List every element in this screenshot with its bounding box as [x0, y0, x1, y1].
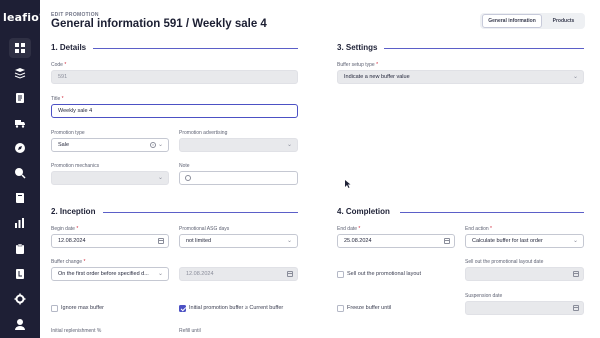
buffer-change-date-input: 12.08.2024: [179, 267, 298, 281]
book-icon[interactable]: [14, 192, 26, 204]
completion-section-title: 4. Completion: [337, 207, 390, 216]
begin-date-value: 12.08.2024: [58, 238, 86, 244]
buffer-setup-label: Buffer setup type *: [337, 62, 379, 68]
chevron-down-icon: ⌄: [157, 142, 163, 148]
refill-until-label: Refill until: [179, 328, 201, 334]
initial-buffer-checkbox[interactable]: [179, 305, 186, 312]
buffer-setup-value: Indicate a new buffer value: [344, 74, 410, 80]
calendar-icon[interactable]: [158, 238, 164, 244]
buffer-change-select[interactable]: On the first order before specified d...…: [51, 267, 169, 281]
code-field: 591: [51, 70, 298, 84]
buffer-setup-select[interactable]: Indicate a new buffer value ⌄: [337, 70, 584, 84]
inception-divider: [103, 212, 298, 213]
chevron-down-icon: ⌄: [572, 238, 578, 244]
buffer-change-value: On the first order before specified d...: [58, 271, 149, 277]
end-action-select[interactable]: Calculate buffer for last order ⌄: [465, 234, 584, 248]
end-date-input[interactable]: 25.08.2024: [337, 234, 455, 248]
code-label: Code *: [51, 62, 67, 68]
clipboard-icon[interactable]: [14, 243, 26, 255]
app-logo[interactable]: leafio®: [3, 11, 44, 24]
end-action-value: Calculate buffer for last order: [472, 238, 543, 244]
buffer-change-date-value: 12.08.2024: [186, 271, 214, 277]
tab-products[interactable]: Products: [544, 14, 583, 28]
emoji-icon[interactable]: [185, 175, 191, 181]
end-date-value: 25.08.2024: [344, 238, 372, 244]
calendar-icon: [573, 271, 579, 277]
suspension-date-label: Suspension date: [465, 293, 503, 299]
details-divider: [93, 48, 298, 49]
document-icon[interactable]: [14, 92, 26, 104]
sidebar: leafio®: [0, 0, 44, 338]
freeze-buffer-label: Freeze buffer until: [347, 305, 392, 311]
completion-divider: [400, 212, 584, 213]
end-date-label: End date *: [337, 226, 361, 232]
promotion-advertising-label: Promotion advertising: [179, 130, 228, 136]
ignore-max-buffer-checkbox[interactable]: [51, 305, 58, 312]
asg-days-label: Promotional ASG days: [179, 226, 230, 232]
bar-chart-icon[interactable]: [14, 217, 26, 229]
details-section-title: 1. Details: [51, 43, 87, 52]
calendar-icon[interactable]: [444, 238, 450, 244]
inception-section-title: 2. Inception: [51, 207, 96, 216]
note-label: Note: [179, 163, 190, 169]
tab-group: General information Products: [480, 13, 585, 29]
sell-out-date-input: [465, 267, 584, 281]
ignore-max-buffer-label: Ignore max buffer: [61, 305, 105, 311]
note-input[interactable]: [179, 171, 298, 185]
chevron-down-icon: ⌄: [286, 142, 292, 148]
settings-section-title: 3. Settings: [337, 43, 378, 52]
grid-icon[interactable]: [9, 38, 31, 58]
title-label: Title *: [51, 96, 64, 102]
settings-divider: [384, 48, 584, 49]
promotion-type-value: Sale: [58, 142, 70, 148]
truck-icon[interactable]: [14, 117, 26, 129]
sell-out-date-label: Sell out the promotional layout date: [465, 259, 544, 265]
buffer-change-label: Buffer change *: [51, 259, 86, 265]
suspension-date-input: [465, 301, 584, 315]
promotion-type-label: Promotion type: [51, 130, 85, 136]
chevron-down-icon: ⌄: [572, 74, 578, 80]
end-action-label: End action *: [465, 226, 492, 232]
chevron-down-icon: ⌄: [157, 271, 163, 277]
user-icon[interactable]: [14, 318, 26, 330]
mouse-cursor-icon: [345, 180, 351, 188]
promotion-mechanics-select: ⌄: [51, 171, 169, 185]
begin-date-label: Begin date *: [51, 226, 79, 232]
gear-icon[interactable]: [14, 293, 26, 305]
asg-days-value: not limited: [186, 238, 212, 244]
calendar-icon: [287, 271, 293, 277]
compass-icon[interactable]: [14, 142, 26, 154]
title-input[interactable]: Weekly sale 4: [51, 104, 298, 118]
initial-replenishment-label: Initial replenishment %: [51, 328, 102, 334]
sell-out-checkbox[interactable]: [337, 271, 344, 278]
stack-icon[interactable]: [14, 67, 26, 79]
promotion-type-select[interactable]: Sale × ⌄: [51, 138, 169, 152]
calendar-icon: [573, 305, 579, 311]
ledger-icon[interactable]: [14, 268, 26, 280]
promotion-mechanics-label: Promotion mechanics: [51, 163, 100, 169]
chevron-down-icon: ⌄: [286, 238, 292, 244]
clear-icon[interactable]: ×: [150, 142, 156, 148]
tab-general-information[interactable]: General information: [482, 14, 542, 28]
asg-days-select[interactable]: not limited ⌄: [179, 234, 298, 248]
promotion-advertising-select: ⌄: [179, 138, 298, 152]
freeze-buffer-checkbox[interactable]: [337, 305, 344, 312]
initial-buffer-label: Initial promotion buffer ≥ Current buffe…: [189, 305, 284, 311]
page-title: General information 591 / Weekly sale 4: [51, 18, 267, 30]
chevron-down-icon: ⌄: [157, 175, 163, 181]
begin-date-input[interactable]: 12.08.2024: [51, 234, 169, 248]
sell-out-label: Sell out the promotional layout: [347, 271, 421, 277]
search-chart-icon[interactable]: [14, 167, 26, 179]
